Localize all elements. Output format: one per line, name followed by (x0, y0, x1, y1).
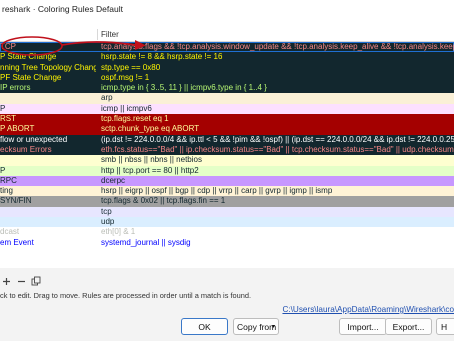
rule-filter: http || tcp.port == 80 || http2 (101, 165, 199, 175)
help-hint: ck to edit. Drag to move. Rules are proc… (0, 291, 251, 300)
rule-filter: udp (101, 217, 115, 227)
table-row[interactable]: ecksum Errors eth.fcs.status=="Bad" || ip… (0, 144, 454, 156)
coloring-rules-table: Filter TCP tcp.analysis.flags && !tcp.ana… (0, 18, 454, 268)
minus-icon[interactable] (15, 275, 27, 287)
copy-icon[interactable] (30, 275, 42, 287)
rule-name: flow or unexpected (0, 134, 68, 144)
table-row[interactable]: flow or unexpected (ip.dst != 224.0.0.0/4… (0, 134, 454, 145)
column-header-filter[interactable]: Filter (101, 28, 119, 41)
table-row[interactable]: dcast eth[0] & 1 (0, 227, 454, 238)
dialog-buttons: OK Copy from ▾ Import... Export... H (0, 318, 454, 336)
table-row[interactable]: udp (0, 217, 454, 228)
rule-name: ting (0, 186, 13, 196)
rule-name: dcast (0, 227, 20, 237)
rule-filter: ospf.msg != 1 (101, 72, 150, 82)
rule-name: ecksum Errors (0, 144, 52, 154)
export-button[interactable]: Export... (385, 318, 432, 335)
rule-filter: dcerpc (101, 175, 126, 185)
window-title: reshark · Coloring Rules Default (0, 0, 454, 18)
table-row[interactable]: tcp (0, 206, 454, 218)
rule-name: SYN/FIN (0, 196, 32, 206)
rule-filter: icmp || icmpv6 (101, 103, 152, 113)
table-row[interactable]: RPC dcerpc (0, 175, 454, 187)
rule-name: em Event (0, 237, 34, 247)
rule-filter: sctp.chunk_type eq ABORT (101, 124, 200, 134)
rule-filter: tcp (101, 206, 112, 216)
rule-name: P State Change (0, 52, 57, 62)
table-row[interactable]: TCP tcp.analysis.flags && !tcp.analysis.w… (0, 42, 454, 53)
table-row[interactable]: ting hsrp || eigrp || ospf || bgp || cdp … (0, 186, 454, 197)
import-button[interactable]: Import... (339, 318, 387, 335)
table-row[interactable]: SYN/FIN tcp.flags & 0x02 || tcp.flags.fin… (0, 196, 454, 207)
rule-filter: stp.type == 0x80 (101, 62, 161, 72)
rule-name: nning Tree Topology Change (0, 62, 96, 72)
chevron-down-icon: ▾ (271, 324, 275, 330)
table-row[interactable]: em Event systemd_journal || sysdig (0, 237, 454, 248)
plus-icon[interactable] (0, 275, 12, 287)
rule-filter: tcp.flags.reset eq 1 (101, 114, 169, 124)
rule-filter: arp (101, 93, 113, 103)
table-row[interactable]: RST tcp.flags.reset eq 1 (0, 114, 454, 125)
rule-filter: hsrp || eigrp || ospf || bgp || cdp || v… (101, 186, 333, 196)
table-row[interactable]: smb || nbss || nbns || netbios (0, 155, 454, 166)
rule-filter: eth[0] & 1 (101, 227, 136, 237)
ok-button[interactable]: OK (181, 318, 228, 335)
rule-filter: eth.fcs.status=="Bad" || ip.checksum.sta… (101, 144, 454, 154)
rule-name: P (0, 103, 6, 113)
help-button[interactable]: H (436, 318, 454, 335)
rule-filter: tcp.flags & 0x02 || tcp.flags.fin == 1 (101, 196, 226, 206)
rule-name: P (0, 165, 6, 175)
rule-filter: (ip.dst != 224.0.0.0/4 && ip.ttl < 5 && … (101, 134, 454, 144)
table-row[interactable]: P ABORT sctp.chunk_type eq ABORT (0, 124, 454, 135)
table-row[interactable]: PF State Change ospf.msg != 1 (0, 72, 454, 84)
rule-filter: systemd_journal || sysdig (101, 237, 191, 247)
copy-from-button[interactable]: Copy from ▾ (233, 318, 279, 335)
rule-filter: smb || nbss || nbns || netbios (101, 155, 202, 165)
table-row[interactable]: P State Change hsrp.state != 8 && hsrp.st… (0, 52, 454, 63)
table-row[interactable]: Picmp || icmpv6 (0, 103, 454, 115)
rule-name: PF State Change (0, 72, 62, 82)
table-row[interactable]: Phttp || tcp.port == 80 || http2 (0, 165, 454, 176)
rule-name: RST (0, 114, 16, 124)
table-row[interactable]: nning Tree Topology Change stp.type == 0x… (0, 62, 454, 73)
config-path-link[interactable]: C:\Users\laura\AppData\Roaming\Wireshark… (282, 305, 454, 314)
table-row[interactable]: arp (0, 93, 454, 104)
table-row[interactable]: IP errors icmp.type in { 3..5, 11 } || ic… (0, 83, 454, 94)
rule-name: P ABORT (0, 124, 35, 134)
rule-toolbar (0, 272, 42, 290)
table-header: Filter (0, 28, 454, 42)
rule-filter: tcp.analysis.flags && !tcp.analysis.wind… (101, 42, 454, 51)
rule-filter: icmp.type in { 3..5, 11 } || icmpv6.type… (101, 83, 267, 93)
rule-filter: hsrp.state != 8 && hsrp.state != 16 (101, 52, 223, 62)
rule-rows: TCP tcp.analysis.flags && !tcp.analysis.w… (0, 42, 454, 248)
column-separator[interactable] (97, 29, 98, 40)
rule-name: TCP (0, 42, 16, 51)
copy-from-label: Copy from (237, 322, 277, 332)
rule-name: RPC (0, 175, 17, 185)
rule-name: IP errors (0, 83, 31, 93)
